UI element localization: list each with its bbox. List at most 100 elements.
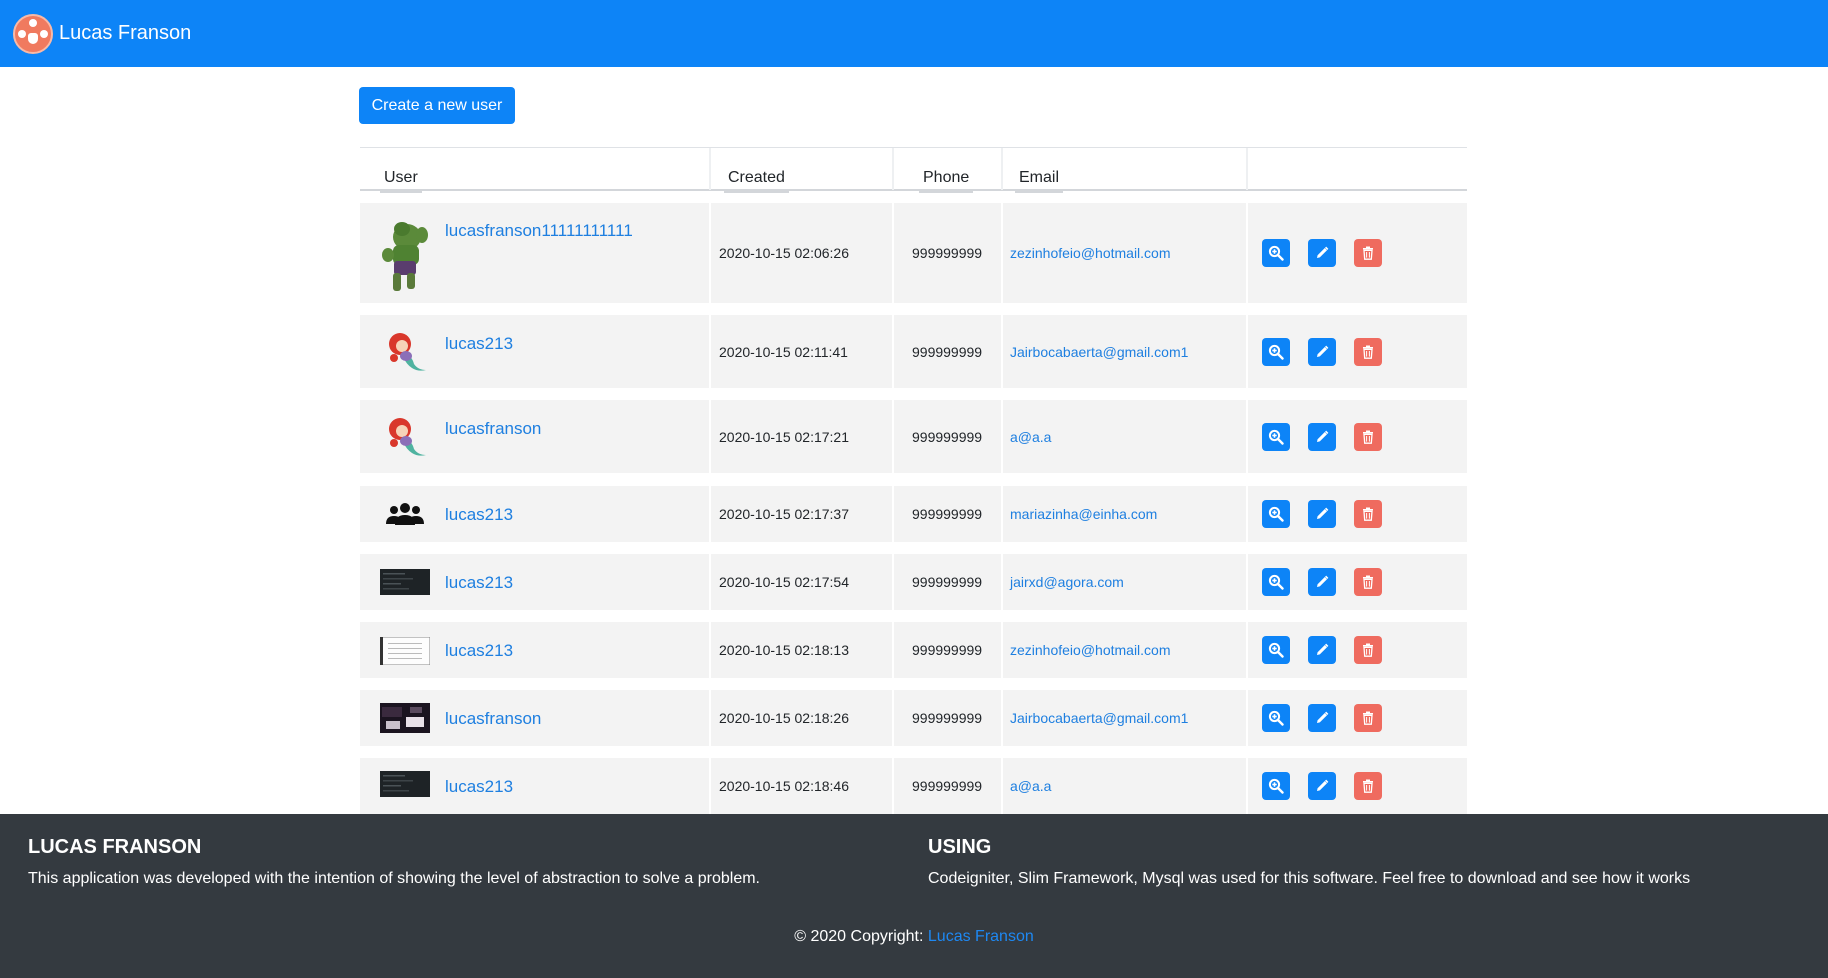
copyright: © 2020 Copyright: Lucas Franson — [794, 928, 1034, 945]
hulk-avatar — [380, 215, 430, 296]
view-button[interactable] — [1262, 337, 1290, 366]
user-name-link[interactable]: lucas213 — [445, 505, 513, 525]
column-header-user: User — [380, 148, 422, 193]
users-table: User Created Phone Email lucasfranson111… — [360, 147, 1467, 814]
edit-button[interactable] — [1308, 500, 1336, 528]
zoom-in-icon — [1268, 642, 1284, 658]
light-screenshot-avatar — [379, 636, 431, 668]
footer-about: LUCAS FRANSON This application was devel… — [28, 836, 760, 888]
table-row: lucas213 2020-10-15 02:17:54 999999999 jair… — [360, 554, 1467, 610]
zoom-in-icon — [1268, 574, 1284, 590]
email-link[interactable]: Jairbocabaerta@gmail.com1 — [1010, 690, 1188, 746]
edit-button[interactable] — [1308, 704, 1336, 732]
zoom-in-icon — [1268, 245, 1284, 261]
footer-about-text: This application was developed with the … — [28, 870, 760, 887]
email-link[interactable]: zezinhofeio@hotmail.com — [1010, 203, 1171, 303]
created-date: 2020-10-15 02:11:41 — [719, 343, 848, 360]
phone-number: 999999999 — [912, 642, 983, 658]
view-button[interactable] — [1262, 422, 1290, 451]
email-link[interactable]: a@a.a — [1010, 400, 1051, 473]
zoom-in-icon — [1268, 344, 1284, 360]
edit-button[interactable] — [1308, 568, 1336, 596]
footer-using: USING Codeigniter, Slim Framework, Mysql… — [928, 836, 1690, 888]
user-name-link[interactable]: lucasfranson11111111111 — [445, 221, 633, 241]
created-date: 2020-10-15 02:18:46 — [719, 778, 849, 794]
pencil-icon — [1315, 711, 1329, 725]
view-button[interactable] — [1262, 500, 1290, 528]
zoom-in-icon — [1268, 506, 1284, 522]
table-row: lucas213 2020-10-15 02:18:46 999999999 a@a.… — [360, 758, 1467, 814]
brand-title[interactable]: Lucas Franson — [59, 22, 191, 45]
user-name-link[interactable]: lucas213 — [445, 641, 513, 661]
view-button[interactable] — [1262, 239, 1290, 267]
delete-button[interactable] — [1354, 337, 1382, 366]
delete-button[interactable] — [1354, 568, 1382, 596]
delete-button[interactable] — [1354, 239, 1382, 267]
edit-button[interactable] — [1308, 636, 1336, 664]
users-group-avatar — [380, 499, 430, 532]
delete-button[interactable] — [1354, 422, 1382, 451]
created-date: 2020-10-15 02:18:13 — [719, 642, 849, 658]
created-date: 2020-10-15 02:17:21 — [719, 428, 849, 445]
user-name-link[interactable]: lucas213 — [445, 334, 513, 354]
view-button[interactable] — [1262, 772, 1290, 800]
mermaid-avatar — [380, 415, 430, 462]
table-row: lucas213 2020-10-15 02:18:13 999999999 zezi… — [360, 622, 1467, 678]
delete-button[interactable] — [1354, 636, 1382, 664]
dark-screenshot-avatar — [380, 569, 430, 598]
email-link[interactable]: a@a.a — [1010, 758, 1051, 814]
table-row: lucas213 2020-10-15 02:17:37 999999999 mari… — [360, 486, 1467, 542]
email-link[interactable]: zezinhofeio@hotmail.com — [1010, 622, 1171, 678]
logo-icon[interactable] — [13, 13, 53, 54]
dark-photo-avatar — [380, 703, 430, 736]
copyright-link[interactable]: Lucas Franson — [928, 928, 1034, 945]
edit-button[interactable] — [1308, 772, 1336, 800]
zoom-in-icon — [1268, 710, 1284, 726]
created-date: 2020-10-15 02:06:26 — [719, 245, 849, 261]
pencil-icon — [1315, 779, 1329, 793]
pencil-icon — [1315, 246, 1329, 260]
user-name-link[interactable]: lucasfranson — [445, 709, 541, 729]
user-cell: lucasfranson — [360, 690, 709, 746]
user-name-link[interactable]: lucasfranson — [445, 419, 541, 439]
delete-button[interactable] — [1354, 500, 1382, 528]
user-name-link[interactable]: lucas213 — [445, 777, 513, 797]
user-cell: lucasfranson11111111111 — [360, 203, 709, 303]
mermaid-avatar — [380, 330, 430, 377]
user-cell: lucasfranson — [360, 400, 709, 473]
pencil-icon — [1315, 643, 1329, 657]
column-header-created: Created — [724, 148, 789, 193]
view-button[interactable] — [1262, 568, 1290, 596]
table-row: lucasfranson 2020-10-15 02:18:26 999999999… — [360, 690, 1467, 746]
created-date: 2020-10-15 02:17:54 — [719, 574, 849, 590]
view-button[interactable] — [1262, 636, 1290, 664]
column-header-email: Email — [1015, 148, 1064, 193]
phone-number: 999999999 — [912, 778, 983, 794]
phone-number: 999999999 — [912, 343, 983, 360]
delete-button[interactable] — [1354, 704, 1382, 732]
trash-icon — [1362, 345, 1374, 359]
pencil-icon — [1315, 507, 1329, 521]
view-button[interactable] — [1262, 704, 1290, 732]
phone-number: 999999999 — [912, 245, 983, 261]
edit-button[interactable] — [1308, 239, 1336, 267]
user-cell: lucas213 — [360, 554, 709, 610]
create-user-button[interactable]: Create a new user — [359, 87, 515, 124]
delete-button[interactable] — [1354, 772, 1382, 800]
user-name-link[interactable]: lucas213 — [445, 573, 513, 593]
email-link[interactable]: mariazinha@einha.com — [1010, 486, 1157, 542]
edit-button[interactable] — [1308, 337, 1336, 366]
edit-button[interactable] — [1308, 422, 1336, 451]
user-cell: lucas213 — [360, 758, 709, 814]
trash-icon — [1362, 643, 1374, 657]
trash-icon — [1362, 711, 1374, 725]
email-link[interactable]: jairxd@agora.com — [1010, 554, 1124, 610]
dark-screenshot-avatar — [380, 771, 430, 800]
pencil-icon — [1315, 575, 1329, 589]
footer: LUCAS FRANSON This application was devel… — [0, 814, 1828, 978]
created-date: 2020-10-15 02:18:26 — [719, 710, 849, 726]
footer-about-title: LUCAS FRANSON — [28, 836, 202, 858]
zoom-in-icon — [1268, 429, 1284, 445]
email-link[interactable]: Jairbocabaerta@gmail.com1 — [1010, 315, 1188, 388]
phone-number: 999999999 — [912, 574, 983, 590]
